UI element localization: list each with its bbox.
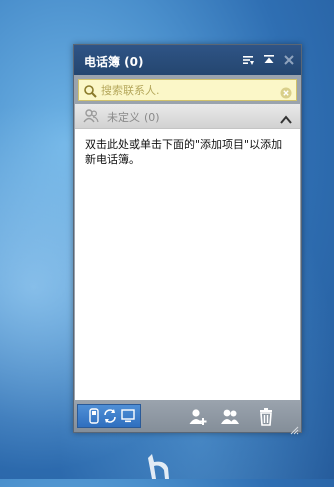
clear-search-icon[interactable] bbox=[280, 84, 292, 99]
search-input[interactable] bbox=[101, 82, 271, 98]
sort-icon[interactable] bbox=[242, 54, 254, 66]
minimize-icon[interactable] bbox=[263, 54, 275, 66]
window-title: 电话簿 (0) bbox=[84, 55, 144, 69]
contacts-group-icon[interactable] bbox=[220, 407, 240, 427]
empty-hint[interactable]: 双击此处或单击下面的"添加项目"以添加新电话簿。 bbox=[85, 137, 291, 167]
search-box[interactable] bbox=[78, 79, 297, 101]
computer-icon[interactable] bbox=[120, 408, 136, 424]
mobile-icon[interactable] bbox=[86, 408, 102, 424]
group-icon bbox=[83, 108, 99, 124]
group-name: 未定义 bbox=[107, 111, 140, 124]
resize-grip-icon[interactable] bbox=[289, 420, 299, 435]
delete-icon[interactable] bbox=[256, 407, 276, 427]
add-contact-icon[interactable] bbox=[188, 407, 208, 427]
close-icon[interactable] bbox=[283, 54, 295, 66]
search-icon bbox=[83, 83, 97, 98]
title-bar[interactable]: 电话簿 (0) bbox=[74, 45, 301, 75]
phonebook-window: 电话簿 (0) 搜索联系人. 未定义 (0) 双击此处或单击下面的"添加项目"以… bbox=[73, 44, 302, 435]
group-count: (0) bbox=[144, 111, 160, 124]
chevron-up-icon[interactable] bbox=[280, 110, 292, 124]
desktop-logo-fragment bbox=[140, 452, 190, 479]
contact-list-panel[interactable]: 未定义 (0) 双击此处或单击下面的"添加项目"以添加新电话簿。 bbox=[75, 104, 300, 400]
view-switch[interactable] bbox=[77, 404, 141, 428]
sync-icon[interactable] bbox=[102, 408, 118, 424]
group-label: 未定义 (0) bbox=[107, 109, 160, 125]
bottom-toolbar bbox=[74, 401, 301, 435]
group-header-undefined[interactable]: 未定义 (0) bbox=[75, 104, 300, 129]
